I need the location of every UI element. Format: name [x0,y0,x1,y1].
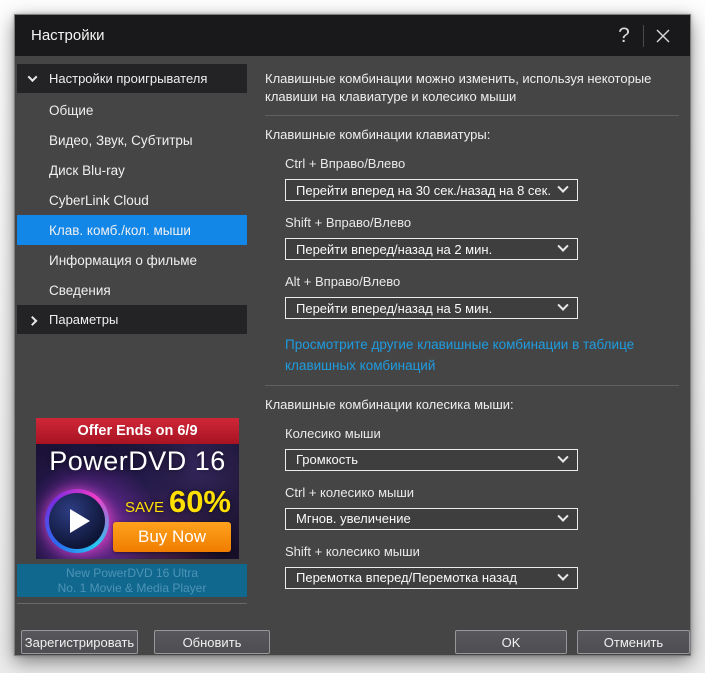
keyboard-section-heading: Клавишные комбинации клавиатуры: [265,127,491,143]
play-icon [45,489,109,553]
dropdown-value: Перейти вперед/назад на 5 мин. [296,300,493,316]
dropdown-value: Мгнов. увеличение [296,511,411,527]
sidebar-nav: Настройки проигрывателя Общие Видео, Зву… [17,64,247,336]
chevron-down-icon [557,510,569,522]
buy-now-button[interactable]: Buy Now [113,522,231,552]
help-icon[interactable]: ? [609,21,639,51]
section-divider [265,384,679,386]
chevron-down-icon [27,72,38,83]
register-button[interactable]: Зарегистрировать [21,630,138,654]
chevron-down-icon [557,299,569,312]
panel-description: Клавишные комбинации можно изменить, исп… [265,71,652,105]
promo-product-name: PowerDVD 16 [49,446,226,476]
chevron-down-icon [557,451,569,463]
sidebar-item-information[interactable]: Сведения [17,275,247,305]
cancel-button[interactable]: Отменить [577,630,690,654]
dropdown-value: Перейти вперед/назад на 2 мин. [296,241,493,257]
hotkey-label-shift-arrows: Shift + Вправо/Влево [285,215,412,231]
hotkey-label-ctrl-arrows: Ctrl + Вправо/Влево [285,156,406,172]
promo-discount: SAVE 60% [125,484,231,520]
sidebar-item-movie-info[interactable]: Информация о фильме [17,245,247,275]
promo-body: PowerDVD 16 SAVE 60% Buy Now [36,444,239,559]
sidebar-item-video-audio-subtitles[interactable]: Видео, Звук, Субтитры [17,125,247,155]
sidebar-item-hotkeys-mousewheel[interactable]: Клав. комб./кол. мыши [17,215,247,245]
hotkey-label-alt-arrows: Alt + Вправо/Влево [285,274,401,290]
hotkey-select-mousewheel[interactable]: Громкость [285,448,578,471]
dropdown-value: Перемотка вперед/Перемотка назад [296,570,517,586]
sidebar-item-bluray-disc[interactable]: Диск Blu-ray [17,155,247,185]
hotkey-table-link[interactable]: Просмотрите другие клавишные комбинации … [285,335,677,376]
hotkey-select-shift-arrows[interactable]: Перейти вперед/назад на 2 мин. [285,238,578,261]
promo-offer-text: Offer Ends on 6/9 [36,418,239,444]
hotkeys-settings-panel: Клавишные комбинации можно изменить, исп… [265,56,683,589]
hotkey-select-alt-arrows[interactable]: Перейти вперед/назад на 5 мин. [285,297,578,320]
hotkey-label-shift-mousewheel: Shift + колесико мыши [285,543,420,559]
sidebar-item-cyberlink-cloud[interactable]: CyberLink Cloud [17,185,247,215]
sidebar-group-label: Параметры [49,312,119,327]
ok-button[interactable]: OK [455,630,567,654]
hotkey-label-ctrl-mousewheel: Ctrl + колесико мыши [285,484,415,500]
section-divider [265,115,679,117]
update-button[interactable]: Обновить [154,630,270,654]
hotkey-label-mousewheel: Колесико мыши [285,425,381,441]
promo-footer-line1: New PowerDVD 16 Ultra [65,565,199,580]
promo-footer-line2: No. 1 Movie & Media Player [57,580,207,595]
settings-dialog: Настройки ? Настройки проигрывателя Общи… [14,14,691,656]
promo-footer: New PowerDVD 16 Ultra No. 1 Movie & Medi… [17,564,247,597]
hotkey-select-ctrl-arrows[interactable]: Перейти вперед на 30 сек./назад на 8 сек… [285,179,578,202]
dialog-title: Настройки [31,27,105,44]
chevron-down-icon [557,240,569,253]
sidebar-item-general[interactable]: Общие [17,95,247,125]
hotkey-select-ctrl-mousewheel[interactable]: Мгнов. увеличение [285,507,578,530]
sidebar-group-label: Настройки проигрывателя [49,71,208,86]
sidebar-group-parameters[interactable]: Параметры [17,305,247,334]
close-icon[interactable] [648,21,678,51]
dropdown-value: Перейти вперед на 30 сек./назад на 8 сек… [296,182,551,198]
mousewheel-section-heading: Клавишные комбинации колесика мыши: [265,396,514,412]
sidebar-group-player-settings[interactable]: Настройки проигрывателя [17,64,247,93]
hotkey-select-shift-mousewheel[interactable]: Перемотка вперед/Перемотка назад [285,566,578,589]
left-panel-divider [17,603,247,604]
dropdown-value: Громкость [296,452,358,468]
promo-save-label: SAVE [125,499,164,516]
chevron-down-icon [557,181,569,194]
chevron-down-icon [557,569,569,581]
titlebar: Настройки ? [15,15,690,56]
promo-banner[interactable]: Offer Ends on 6/9 PowerDVD 16 SAVE 60% B… [36,418,239,559]
promo-save-value: 60% [168,484,231,519]
chevron-right-icon [27,315,38,326]
titlebar-separator [643,24,644,47]
